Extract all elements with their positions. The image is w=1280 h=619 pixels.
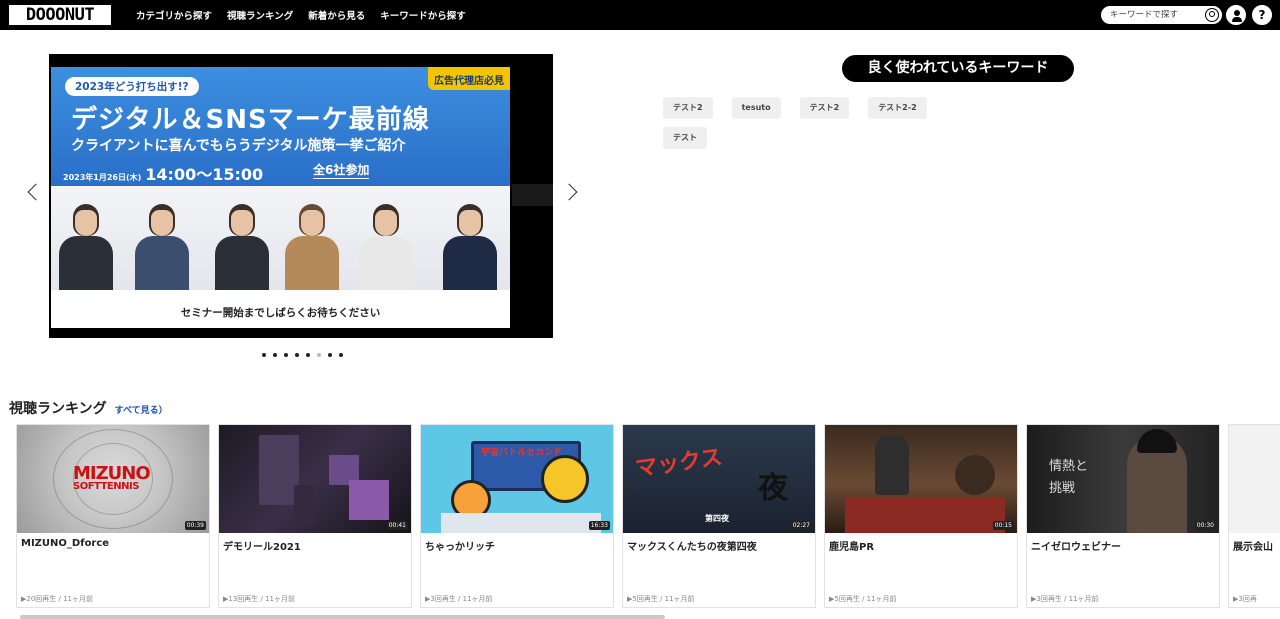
video-meta: ▶3回再生 / 11ヶ月前: [425, 595, 493, 603]
video-title[interactable]: 鹿児島PR: [829, 538, 874, 553]
carousel-dots: [262, 353, 343, 357]
banner-datetime: 2023年1月26日(木) 14:00～15:00: [63, 161, 264, 187]
speaker-photo: [353, 198, 419, 290]
speaker-photo: [437, 198, 503, 290]
video-thumbnail[interactable]: マックス 夜 第四夜 02:27: [623, 425, 815, 533]
video-card[interactable]: MIZUNO SOFTTENNIS 00:39 MIZUNO_Dforce ▶2…: [16, 424, 210, 608]
nav-ranking[interactable]: 視聴ランキング: [227, 8, 293, 22]
ranking-header: 視聴ランキング すべて見る）: [9, 398, 168, 418]
video-card[interactable]: 00:41 デモリール2021 ▶13回再生 / 11ヶ月前: [218, 424, 412, 608]
speaker-photo: [209, 198, 275, 290]
keyword-tag[interactable]: テスト2: [799, 97, 850, 119]
search-box: [1101, 6, 1222, 24]
main-nav: カテゴリから探す 視聴ランキング 新着から見る キーワードから探す: [136, 0, 466, 30]
video-meta: ▶5回再生 / 11ヶ月前: [627, 595, 695, 603]
video-duration: 00:39: [184, 521, 206, 530]
next-slide-peek: [512, 184, 553, 206]
video-meta: ▶5回再生 / 11ヶ月前: [829, 595, 897, 603]
ranking-carousel: MIZUNO SOFTTENNIS 00:39 MIZUNO_Dforce ▶2…: [16, 424, 1280, 608]
video-title[interactable]: 展示会山: [1233, 538, 1273, 553]
video-duration: 00:30: [1194, 521, 1216, 530]
thumb-title-text: 情熱と: [1049, 459, 1089, 474]
video-title[interactable]: ちゃっかリッチ: [425, 538, 495, 553]
banner-tag: 広告代理店必見: [428, 67, 510, 90]
nav-keyword[interactable]: キーワードから探す: [380, 8, 466, 22]
keyword-tag[interactable]: テスト2: [663, 97, 713, 119]
video-meta: ▶13回再生 / 11ヶ月前: [223, 595, 296, 603]
carousel-dot[interactable]: [262, 353, 266, 357]
video-meta: ▶3回再生 / 11ヶ月前: [1031, 595, 1099, 603]
banner-company-count: 全6社参加: [313, 163, 370, 179]
keyword-tag[interactable]: tesuto: [731, 97, 781, 119]
video-title[interactable]: MIZUNO_Dforce: [21, 538, 109, 549]
video-duration: 16:33: [588, 521, 610, 530]
carousel-next-arrow-icon[interactable]: [565, 183, 577, 203]
help-icon[interactable]: ?: [1252, 5, 1272, 25]
video-card[interactable]: 00:15 鹿児島PR ▶5回再生 / 11ヶ月前: [824, 424, 1018, 608]
keywords-heading: 良く使われているキーワード: [842, 55, 1074, 82]
carousel-dot[interactable]: [284, 353, 288, 357]
video-duration: 00:41: [386, 521, 408, 530]
video-thumbnail[interactable]: 情熱と 挑戦 00:30: [1027, 425, 1219, 533]
carousel-dot-active[interactable]: [317, 353, 321, 357]
keyword-tag[interactable]: テスト: [663, 127, 707, 149]
speaker-photo: [279, 198, 345, 290]
thumb-title-subtext: 挑戦: [1049, 481, 1076, 496]
top-header: DOOONUT カテゴリから探す 視聴ランキング 新着から見る キーワードから探…: [0, 0, 1280, 30]
video-title[interactable]: ニイゼロウェビナー: [1031, 538, 1121, 553]
banner-title: デジタル＆SNSマーケ最前線: [71, 105, 430, 135]
video-meta: ▶20回再生 / 11ヶ月前: [21, 595, 94, 603]
video-card[interactable]: マックス 夜 第四夜 02:27 マックスくんたちの夜第四夜 ▶5回再生 / 1…: [622, 424, 816, 608]
nav-new[interactable]: 新着から見る: [308, 8, 365, 22]
carousel-dot[interactable]: [295, 353, 299, 357]
site-logo[interactable]: DOOONUT: [9, 5, 111, 25]
carousel-slide[interactable]: 広告代理店必見 2023年どう打ち出す!? デジタル＆SNSマーケ最前線 クライ…: [49, 54, 553, 338]
carousel-dot[interactable]: [273, 353, 277, 357]
video-duration: 02:27: [790, 521, 812, 530]
video-thumbnail[interactable]: 00:41: [219, 425, 411, 533]
nav-category[interactable]: カテゴリから探す: [136, 8, 212, 22]
carousel-dot[interactable]: [328, 353, 332, 357]
banner-time: 14:00～15:00: [145, 165, 264, 184]
thumb-title-text: マックス: [634, 445, 725, 482]
user-icon[interactable]: [1226, 5, 1246, 25]
keyword-tag[interactable]: テスト2-2: [868, 97, 927, 119]
thumb-title-kanji: 夜: [758, 471, 788, 506]
banner-pill: 2023年どう打ち出す!?: [65, 77, 199, 96]
video-thumbnail[interactable]: [1229, 425, 1280, 533]
seminar-banner: 広告代理店必見 2023年どう打ち出す!? デジタル＆SNSマーケ最前線 クライ…: [51, 67, 510, 328]
thumb-episode: 第四夜: [705, 514, 729, 523]
carousel-dot[interactable]: [339, 353, 343, 357]
thumb-logo-subtext: SOFTTENNIS: [73, 481, 139, 492]
video-card[interactable]: 展示会山 ▶3回再: [1228, 424, 1280, 608]
carousel-dot[interactable]: [306, 353, 310, 357]
search-icon[interactable]: [1205, 8, 1219, 22]
banner-date: 2023年1月26日(木): [63, 173, 142, 182]
ranking-title: 視聴ランキング: [9, 401, 107, 417]
video-title[interactable]: マックスくんたちの夜第四夜: [627, 538, 757, 553]
horizontal-scrollbar[interactable]: [20, 615, 665, 619]
see-all-link[interactable]: すべて見る）: [115, 403, 168, 416]
video-meta: ▶3回再: [1233, 595, 1257, 603]
video-thumbnail[interactable]: MIZUNO SOFTTENNIS 00:39: [17, 425, 209, 533]
video-card[interactable]: 情熱と 挑戦 00:30 ニイゼロウェビナー ▶3回再生 / 11ヶ月前: [1026, 424, 1220, 608]
thumb-title-text: 宇宙バトルセカンド: [481, 448, 563, 458]
video-thumbnail[interactable]: 00:15: [825, 425, 1017, 533]
banner-subtitle: クライアントに喜んでもらうデジタル施策一挙ご紹介: [71, 138, 406, 154]
carousel-prev-arrow-icon[interactable]: [26, 183, 38, 203]
search-input[interactable]: [1110, 10, 1202, 20]
speaker-photo: [53, 198, 119, 290]
video-duration: 00:15: [992, 521, 1014, 530]
video-thumbnail[interactable]: 宇宙バトルセカンド 16:33: [421, 425, 613, 533]
banner-footer: セミナー開始までしばらくお待ちください: [180, 307, 381, 319]
video-title[interactable]: デモリール2021: [223, 538, 301, 553]
speaker-photo: [129, 198, 195, 290]
video-card[interactable]: 宇宙バトルセカンド 16:33 ちゃっかリッチ ▶3回再生 / 11ヶ月前: [420, 424, 614, 608]
speaker-photos: [51, 186, 510, 290]
keyword-list: テスト2 tesuto テスト2 テスト2-2 テスト: [663, 97, 953, 149]
